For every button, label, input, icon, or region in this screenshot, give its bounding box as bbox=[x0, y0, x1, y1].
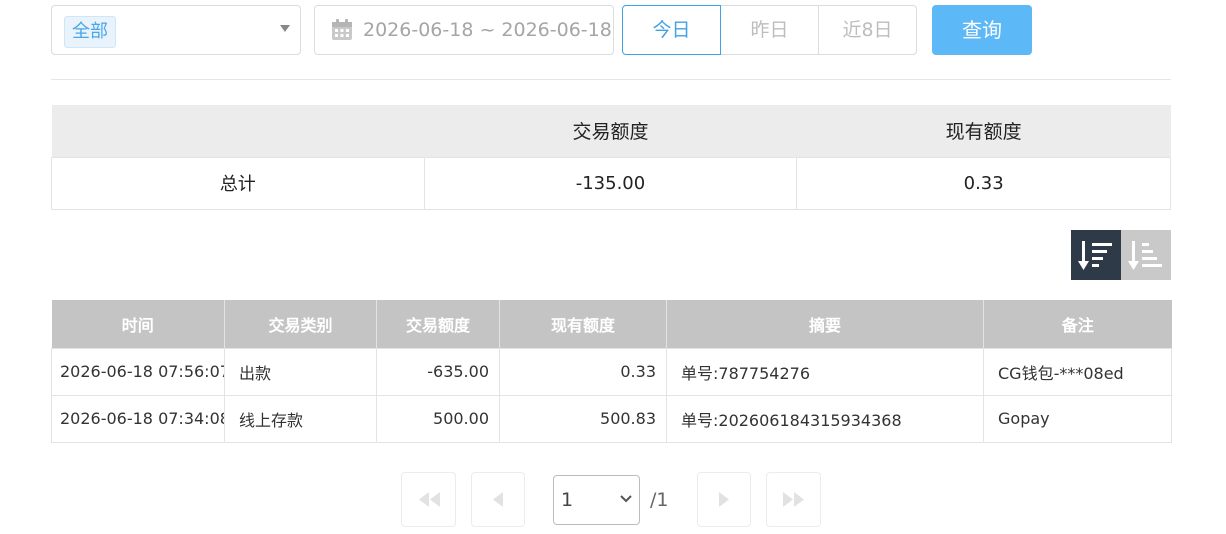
summary-total-label: 总计 bbox=[51, 156, 425, 210]
cell-type: 出款 bbox=[224, 347, 377, 396]
query-button[interactable]: 查询 bbox=[932, 5, 1032, 55]
next-page-icon bbox=[719, 492, 729, 507]
cell-balance: 0.33 bbox=[499, 347, 667, 396]
next-page-button[interactable] bbox=[697, 472, 751, 527]
last-page-icon bbox=[782, 492, 804, 507]
cell-remark: Gopay bbox=[983, 394, 1172, 443]
cell-balance: 500.83 bbox=[499, 394, 667, 443]
col-header-summary[interactable]: 摘要 bbox=[666, 300, 984, 348]
last-page-button[interactable] bbox=[766, 472, 821, 527]
table-row: 2026-06-18 07:56:07 出款 -635.00 0.33 单号:7… bbox=[51, 347, 1172, 396]
chevron-down-icon bbox=[620, 495, 632, 503]
cell-time: 2026-06-18 07:56:07 bbox=[51, 347, 225, 396]
records-header-row: 时间 交易类别 交易额度 现有额度 摘要 备注 bbox=[51, 300, 1172, 348]
summary-table: 交易额度 现有额度 总计 -135.00 0.33 bbox=[51, 105, 1171, 210]
category-select[interactable]: 全部 bbox=[51, 5, 301, 55]
col-header-type[interactable]: 交易类别 bbox=[224, 300, 377, 348]
table-row: 2026-06-18 07:34:08 线上存款 500.00 500.83 单… bbox=[51, 394, 1172, 443]
sort-desc-button[interactable] bbox=[1071, 230, 1121, 280]
date-range-input[interactable]: 2026-06-18 ~ 2026-06-18 bbox=[314, 5, 614, 55]
summary-total-amount: -135.00 bbox=[423, 156, 798, 210]
cell-amount: 500.00 bbox=[376, 394, 500, 443]
sort-descending-icon bbox=[1078, 241, 1112, 270]
summary-header-blank bbox=[51, 105, 425, 157]
cell-summary: 单号:202606184315934368 bbox=[666, 394, 984, 443]
quick-range-today-button[interactable]: 今日 bbox=[622, 5, 721, 55]
first-page-icon bbox=[418, 492, 440, 507]
page-select-value: 1 bbox=[561, 489, 574, 511]
prev-page-icon bbox=[493, 492, 503, 507]
col-header-remark[interactable]: 备注 bbox=[983, 300, 1172, 348]
col-header-amount[interactable]: 交易额度 bbox=[376, 300, 500, 348]
quick-range-group: 今日 昨日 近8日 bbox=[622, 5, 917, 55]
calendar-icon bbox=[331, 19, 353, 41]
summary-header-amount: 交易额度 bbox=[424, 105, 797, 157]
first-page-button[interactable] bbox=[401, 472, 456, 527]
summary-header-balance: 现有额度 bbox=[796, 105, 1171, 157]
col-header-balance[interactable]: 现有额度 bbox=[499, 300, 667, 348]
date-range-value: 2026-06-18 ~ 2026-06-18 bbox=[363, 19, 612, 41]
records-table: 时间 交易类别 交易额度 现有额度 摘要 备注 2026-06-18 07:56… bbox=[51, 300, 1172, 443]
divider bbox=[51, 79, 1171, 80]
quick-range-8days-button[interactable]: 近8日 bbox=[818, 5, 917, 55]
summary-total-balance: 0.33 bbox=[796, 156, 1171, 210]
sort-ascending-icon bbox=[1128, 241, 1162, 270]
page-total: /1 bbox=[650, 489, 669, 511]
summary-header-row: 交易额度 现有额度 bbox=[51, 105, 1171, 157]
cell-time: 2026-06-18 07:34:08 bbox=[51, 394, 225, 443]
page-select[interactable]: 1 bbox=[553, 475, 640, 525]
cell-type: 线上存款 bbox=[224, 394, 377, 443]
category-tag: 全部 bbox=[64, 16, 116, 48]
quick-range-yesterday-button[interactable]: 昨日 bbox=[720, 5, 819, 55]
sort-asc-button[interactable] bbox=[1121, 230, 1171, 280]
chevron-down-icon bbox=[280, 25, 290, 32]
cell-summary: 单号:787754276 bbox=[666, 347, 984, 396]
cell-amount: -635.00 bbox=[376, 347, 500, 396]
col-header-time[interactable]: 时间 bbox=[51, 300, 225, 348]
summary-total-row: 总计 -135.00 0.33 bbox=[51, 156, 1171, 210]
cell-remark: CG钱包-***08ed bbox=[983, 347, 1172, 396]
prev-page-button[interactable] bbox=[471, 472, 525, 527]
